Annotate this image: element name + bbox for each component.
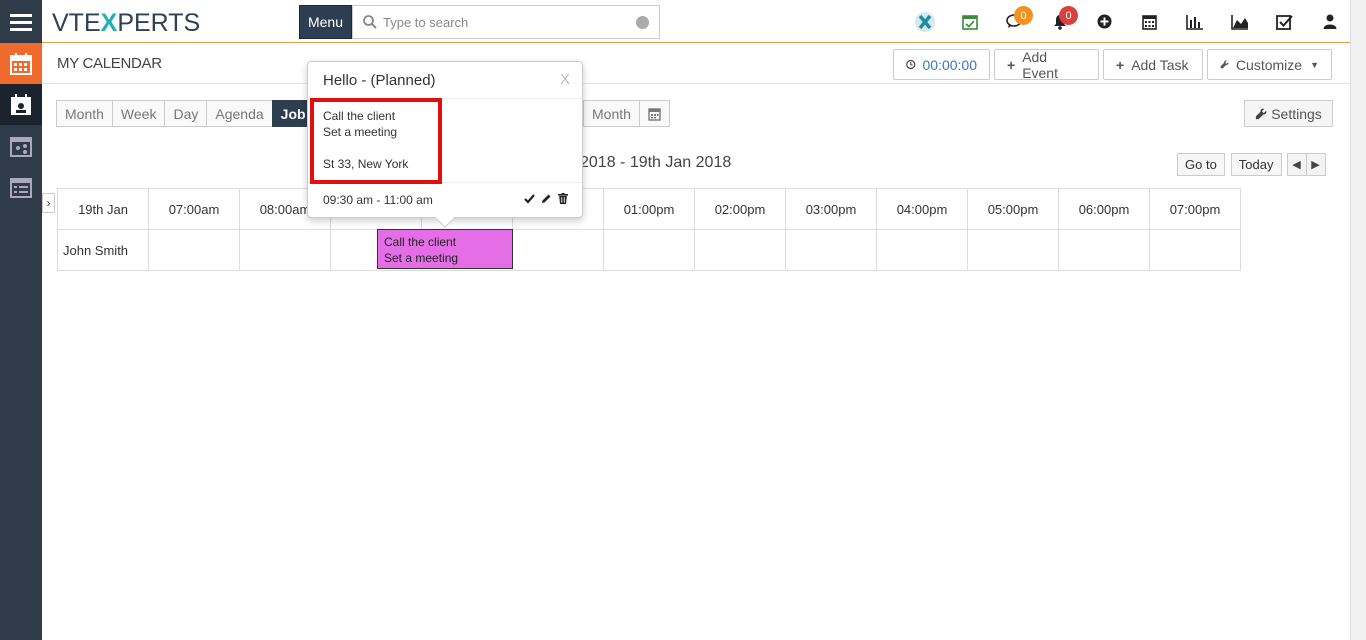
vertical-scrollbar[interactable]	[1350, 0, 1366, 640]
user-profile-icon[interactable]	[1307, 0, 1352, 43]
resource-name: John Smith	[57, 229, 149, 271]
calendar-check-icon[interactable]	[947, 0, 992, 43]
settings-button[interactable]: Settings	[1244, 100, 1333, 127]
popover-title: Hello - (Planned)	[323, 72, 436, 89]
prev-arrow-icon[interactable]: ◀	[1286, 153, 1307, 176]
popover-actions	[524, 193, 568, 204]
time-slot-cell[interactable]	[1058, 229, 1150, 271]
search-placeholder: Type to search	[383, 14, 469, 30]
task-list-icon[interactable]	[0, 166, 42, 207]
time-slot-header: 02:00pm	[694, 188, 786, 230]
time-slot-header: 06:00pm	[1058, 188, 1150, 230]
comments-badge: 0	[1014, 6, 1033, 25]
highlight-box	[310, 98, 442, 184]
time-slot-header: 01:00pm	[603, 188, 695, 230]
page-header: MY CALENDAR 00:00:00 + Add Event + Add Tas…	[42, 44, 1350, 84]
customize-label: Customize	[1235, 56, 1303, 73]
time-slot-cell[interactable]	[603, 229, 695, 271]
top-icons: 0 0	[902, 0, 1352, 43]
time-slot-cell[interactable]	[785, 229, 877, 271]
time-slot-header: 07:00pm	[1149, 188, 1241, 230]
bar-chart-icon[interactable]	[1172, 0, 1217, 43]
search-dropdown-icon[interactable]	[636, 16, 649, 29]
time-slot-cell[interactable]	[1149, 229, 1241, 271]
tab-month-secondary[interactable]: Month	[583, 100, 640, 127]
wrench-icon	[1220, 60, 1229, 69]
timer-button[interactable]: 00:00:00	[893, 49, 990, 80]
go-to-button[interactable]: Go to	[1177, 153, 1225, 176]
hamburger-menu-icon[interactable]	[0, 0, 42, 43]
close-icon[interactable]: X	[560, 71, 570, 88]
date-navigation: Go to Today ◀ ▶	[1177, 153, 1326, 176]
tab-month[interactable]: Month	[56, 100, 113, 127]
customize-button[interactable]: Customize ▼	[1207, 49, 1332, 80]
tab-agenda[interactable]: Agenda	[206, 100, 273, 127]
time-slot-cell[interactable]	[512, 229, 604, 271]
my-calendar-icon[interactable]	[0, 84, 42, 125]
date-picker-icon[interactable]	[638, 100, 670, 127]
pencil-icon[interactable]	[541, 193, 552, 204]
tab-week[interactable]: Week	[111, 100, 166, 127]
calendar-event[interactable]: Call the client Set a meeting	[377, 229, 513, 269]
clock-icon	[906, 59, 916, 70]
next-arrow-icon[interactable]: ▶	[1305, 153, 1326, 176]
time-slot-header: 07:00am	[148, 188, 240, 230]
search-icon	[363, 15, 377, 29]
check-icon[interactable]	[524, 193, 535, 204]
secondary-tabs: Month	[583, 100, 670, 127]
time-slot-cell[interactable]	[239, 229, 331, 271]
menu-button[interactable]: Menu	[299, 5, 352, 39]
wrench-icon	[1256, 108, 1267, 119]
search-input[interactable]: Type to search	[352, 5, 660, 39]
left-rail	[0, 0, 42, 640]
calendar-module-icon[interactable]	[0, 43, 42, 84]
add-event-label: Add Event	[1022, 48, 1058, 81]
caret-down-icon: ▼	[1310, 59, 1319, 70]
plus-icon: +	[1007, 56, 1016, 73]
notifications-badge: 0	[1059, 6, 1078, 25]
time-slot-cell[interactable]	[694, 229, 786, 271]
add-task-label: Add Task	[1131, 56, 1189, 73]
add-circle-icon[interactable]	[1082, 0, 1127, 43]
settings-label: Settings	[1271, 105, 1322, 122]
time-slot-cell[interactable]	[148, 229, 240, 271]
today-button[interactable]: Today	[1230, 153, 1282, 176]
time-slot-cell[interactable]	[876, 229, 968, 271]
tab-day[interactable]: Day	[164, 100, 208, 127]
event-line-1: Call the client	[384, 235, 457, 249]
add-event-button[interactable]: + Add Event	[994, 48, 1099, 81]
add-task-button[interactable]: + Add Task	[1103, 49, 1203, 80]
date-range-title: 2018 - 19th Jan 2018	[580, 154, 732, 171]
shared-calendar-icon[interactable]	[0, 125, 42, 166]
notifications-bell-icon[interactable]: 0	[1037, 0, 1082, 43]
scheduler-grid: 19th Jan 07:00am 08:00am 12:00pm 01:00pm…	[57, 188, 1241, 271]
expand-resources-chevron-icon[interactable]: ›	[42, 193, 55, 213]
event-line-2: Set a meeting	[384, 251, 459, 265]
time-slot-header: 04:00pm	[876, 188, 968, 230]
task-checkbox-icon[interactable]	[1262, 0, 1307, 43]
time-slot-header: 03:00pm	[785, 188, 877, 230]
table-row: John Smith	[57, 229, 1241, 271]
timer-value: 00:00:00	[922, 56, 978, 73]
calendar-icon[interactable]	[1127, 0, 1172, 43]
time-slot-header: 05:00pm	[967, 188, 1059, 230]
day-label: 19th Jan	[57, 188, 149, 230]
time-slot-cell[interactable]	[967, 229, 1059, 271]
area-chart-icon[interactable]	[1217, 0, 1262, 43]
popover-time: 09:30 am - 11:00 am	[323, 193, 433, 207]
vtexperts-logo[interactable]: VTEXPERTS	[52, 9, 200, 38]
time-header-row: 19th Jan 07:00am 08:00am 12:00pm 01:00pm…	[57, 188, 1241, 230]
top-navbar: VTEXPERTS Menu Type to search 0 0	[42, 0, 1350, 43]
trash-icon[interactable]	[558, 193, 568, 204]
view-tabs: Month Week Day Agenda Job S	[56, 100, 328, 127]
comments-icon[interactable]: 0	[992, 0, 1037, 43]
vtexperts-x-icon[interactable]	[902, 0, 947, 43]
page-title: MY CALENDAR	[57, 55, 162, 72]
plus-icon: +	[1116, 56, 1125, 73]
